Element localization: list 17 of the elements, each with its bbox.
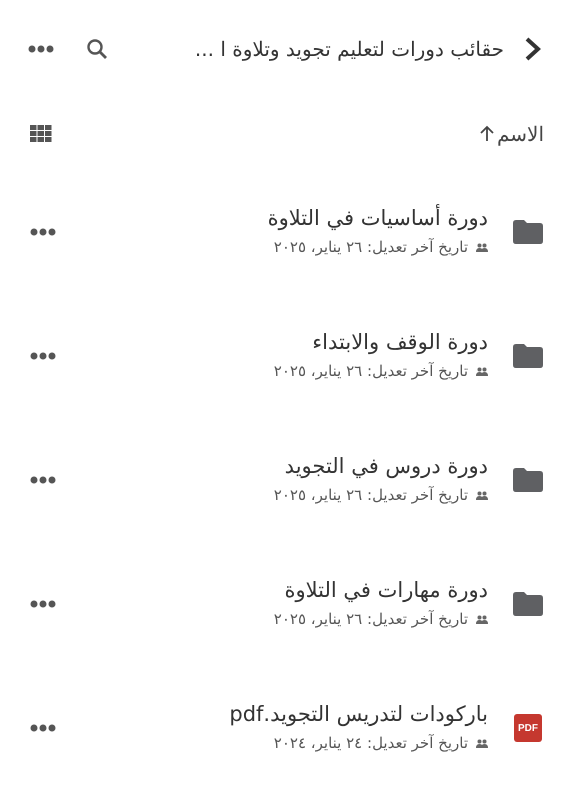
folder-icon [513, 468, 543, 492]
file-name[interactable]: دورة دروس في التجويد [274, 453, 488, 480]
modified-date: تاريخ آخر تعديل: ٢٤ يناير، ٢٠٢٤ [274, 733, 468, 754]
file-name[interactable]: دورة الوقف والابتداء [274, 329, 488, 356]
file-name[interactable]: باركودات لتدريس التجويد.pdf [229, 701, 488, 728]
modified-date: تاريخ آخر تعديل: ٢٦ يناير، ٢٠٢٥ [274, 237, 468, 258]
pdf-file-icon: PDF [514, 714, 542, 742]
folder-icon [513, 592, 543, 616]
folder-icon [513, 220, 543, 244]
folder-title: حقائب دورات لتعليم تجويد وتلاوة ا ... [194, 36, 504, 63]
sort-button[interactable]: الاسم [478, 119, 544, 149]
folder-icon [513, 344, 543, 368]
file-name[interactable]: دورة مهارات في التلاوة [274, 577, 488, 604]
modified-date: تاريخ آخر تعديل: ٢٦ يناير، ٢٠٢٥ [274, 361, 468, 382]
modified-date: تاريخ آخر تعديل: ٢٦ يناير، ٢٠٢٥ [274, 485, 468, 506]
modified-date: تاريخ آخر تعديل: ٢٦ يناير، ٢٠٢٥ [274, 609, 468, 630]
file-name[interactable]: دورة أساسيات في التلاوة [268, 205, 488, 232]
